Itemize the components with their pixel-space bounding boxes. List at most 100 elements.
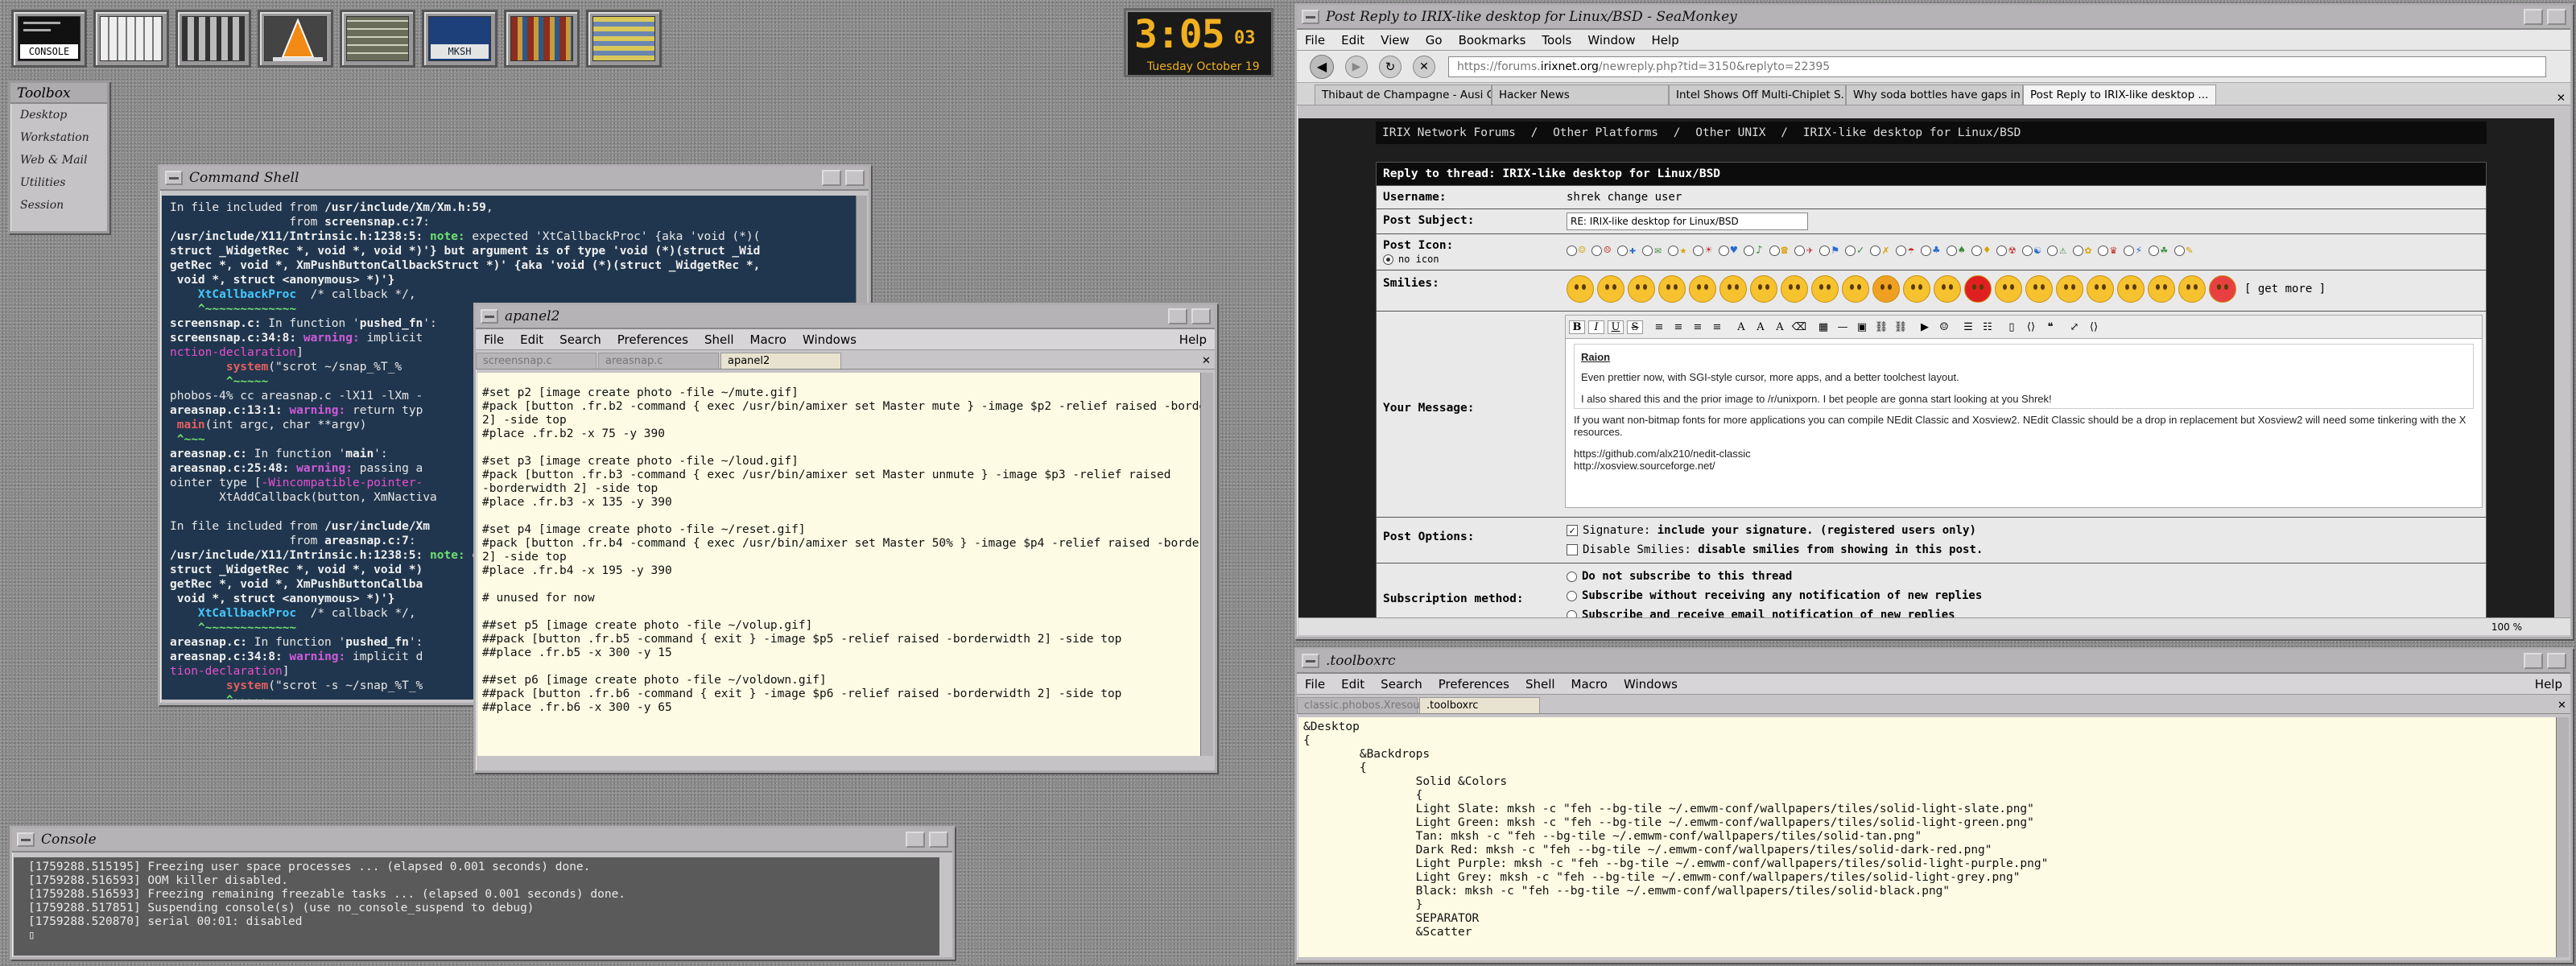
smiley-icon[interactable] <box>1872 275 1900 303</box>
subscription-radio[interactable] <box>1567 590 1577 601</box>
browser-tab[interactable]: Why soda bottles have gaps in ... <box>1846 85 2023 105</box>
menu-preferences[interactable]: Preferences <box>1430 677 1517 691</box>
smiley-icon[interactable] <box>1842 275 1869 303</box>
post-icon-option[interactable]: ☯ <box>2021 244 2041 257</box>
menu-file[interactable]: File <box>1297 677 1333 691</box>
smiley-icon[interactable] <box>1719 275 1747 303</box>
menu-help[interactable]: Help <box>1171 332 1215 347</box>
maximize-button[interactable] <box>929 832 948 848</box>
post-icon-option[interactable]: ✈ <box>1794 244 1813 257</box>
smiley-icon[interactable] <box>2148 275 2175 303</box>
align-center-icon[interactable]: ≡ <box>1670 321 1686 333</box>
menu-help[interactable]: Help <box>2527 677 2570 691</box>
menu-edit[interactable]: Edit <box>1333 677 1373 691</box>
post-icon-option[interactable]: ♠ <box>1946 244 1965 257</box>
post-icon-radio[interactable] <box>1744 245 1755 256</box>
tab-classic-phobos[interactable]: classic.phobos.Xresour... <box>1297 697 1433 713</box>
breadcrumb-item[interactable]: IRIX-like desktop for Linux/BSD <box>1803 126 2021 139</box>
numbered-list-icon[interactable]: ☷ <box>1979 321 1996 333</box>
tab-toolboxrc[interactable]: .toolboxrc <box>1419 697 1540 713</box>
dock-console[interactable]: CONSOLE <box>11 10 87 68</box>
underline-button[interactable]: U <box>1608 320 1624 334</box>
menu-file[interactable]: File <box>476 332 512 347</box>
post-icon-option[interactable]: ⚡ <box>2123 244 2142 257</box>
dock-mksh[interactable]: MKSH <box>422 10 497 68</box>
post-icon-radio[interactable] <box>1921 245 1932 256</box>
post-icon-option[interactable]: ✎ <box>2174 244 2193 257</box>
smiley-icon[interactable] <box>2209 275 2236 303</box>
size-icon[interactable]: A <box>1752 321 1769 333</box>
menu-file[interactable]: File <box>1297 33 1333 47</box>
smiley-icon[interactable] <box>1934 275 1961 303</box>
color-icon[interactable]: A <box>1772 321 1788 333</box>
align-justify-icon[interactable]: ≡ <box>1709 321 1725 333</box>
browser-titlebar[interactable]: Post Reply to IRIX-like desktop for Linu… <box>1297 6 2570 30</box>
menu-shell[interactable]: Shell <box>696 332 742 347</box>
apanel-text-area[interactable]: #set p2 [image create photo -file ~/mute… <box>477 373 1200 756</box>
smiley-icon[interactable] <box>1811 275 1839 303</box>
breadcrumb-item[interactable]: Other UNIX <box>1695 126 1765 139</box>
post-icon-radio[interactable] <box>1718 245 1729 256</box>
smiley-icon[interactable] <box>1903 275 1930 303</box>
post-icon-option[interactable]: ♣ <box>1921 244 1940 257</box>
back-icon[interactable]: ◀ <box>1310 54 1334 79</box>
align-left-icon[interactable]: ≡ <box>1651 321 1667 333</box>
post-icon-option[interactable]: ☢ <box>1996 244 2016 257</box>
browser-tab[interactable]: Hacker News <box>1492 85 1669 105</box>
minimize-button[interactable] <box>2524 653 2543 669</box>
dock-books[interactable] <box>504 10 580 68</box>
font-icon[interactable]: A <box>1733 321 1749 333</box>
emoticon-icon[interactable]: ☺ <box>1936 321 1952 333</box>
dock-vlc[interactable] <box>258 10 333 68</box>
align-right-icon[interactable]: ≡ <box>1690 321 1706 333</box>
browser-tab[interactable]: Intel Shows Off Multi-Chiplet S... <box>1669 85 1846 105</box>
dock-filemanager[interactable] <box>586 10 662 68</box>
image-icon[interactable]: ▣ <box>1854 321 1870 333</box>
post-icon-radio[interactable] <box>1642 245 1653 256</box>
menu-windows[interactable]: Windows <box>795 332 865 347</box>
video-icon[interactable]: ▶ <box>1917 321 1933 333</box>
post-icon-option[interactable]: ♪ <box>1744 244 1763 257</box>
maximize-button[interactable] <box>2547 9 2566 25</box>
post-icon-radio[interactable] <box>1844 245 1856 256</box>
smiley-icon[interactable] <box>1658 275 1686 303</box>
source-icon[interactable]: ⟨⟩ <box>2086 321 2102 333</box>
reload-icon[interactable]: ↻ <box>1379 55 1402 78</box>
strike-button[interactable]: S <box>1627 320 1643 334</box>
signature-checkbox[interactable]: ✓ <box>1567 525 1578 536</box>
menu-tools[interactable]: Tools <box>1534 33 1579 47</box>
close-tab-icon[interactable]: ✕ <box>2551 698 2569 713</box>
menu-macro[interactable]: Macro <box>1563 677 1616 691</box>
post-icon-radio[interactable] <box>1769 245 1780 256</box>
post-icon-radio[interactable] <box>2021 245 2033 256</box>
toolbox-item-session[interactable]: Session <box>10 194 107 217</box>
menu-preferences[interactable]: Preferences <box>609 332 696 347</box>
maximize-button[interactable] <box>1191 308 1211 324</box>
toolboxrc-titlebar[interactable]: .toolboxrc <box>1297 650 2570 674</box>
eraser-icon[interactable]: ⌫ <box>1791 321 1807 333</box>
toolboxrc-text-area[interactable]: &Desktop { &Backdrops { Solid &Colors { … <box>1298 717 2556 957</box>
menu-go[interactable]: Go <box>1418 33 1451 47</box>
window-menu-button[interactable] <box>165 171 183 185</box>
menu-edit[interactable]: Edit <box>512 332 551 347</box>
post-icon-option[interactable]: ✓ <box>1844 244 1864 257</box>
window-menu-button[interactable] <box>1302 10 1319 24</box>
post-icon-option[interactable]: ☘ <box>2149 244 2168 257</box>
post-icon-option[interactable]: ☎ <box>1769 244 1788 257</box>
smiley-icon[interactable] <box>1628 275 1655 303</box>
url-bar[interactable]: https://forums.irixnet.org/newreply.php?… <box>1448 56 2546 77</box>
subject-input[interactable] <box>1567 213 1808 230</box>
tab-screensnap[interactable]: screensnap.c <box>476 353 597 369</box>
window-menu-button[interactable] <box>481 309 498 324</box>
no-icon-radio[interactable] <box>1383 254 1393 265</box>
apanel-scrollbar[interactable] <box>1200 373 1213 756</box>
dock-calendar[interactable] <box>93 10 169 68</box>
menu-shell[interactable]: Shell <box>1517 677 1563 691</box>
close-tab-icon[interactable]: ✕ <box>1195 353 1213 369</box>
post-icon-radio[interactable] <box>1870 245 1881 256</box>
minimize-button[interactable] <box>822 170 841 186</box>
post-icon-option[interactable]: ⚑ <box>1819 244 1839 257</box>
smiley-icon[interactable] <box>1689 275 1716 303</box>
post-icon-option[interactable]: ☂ <box>1895 244 1914 257</box>
subscription-radio[interactable] <box>1567 571 1577 582</box>
